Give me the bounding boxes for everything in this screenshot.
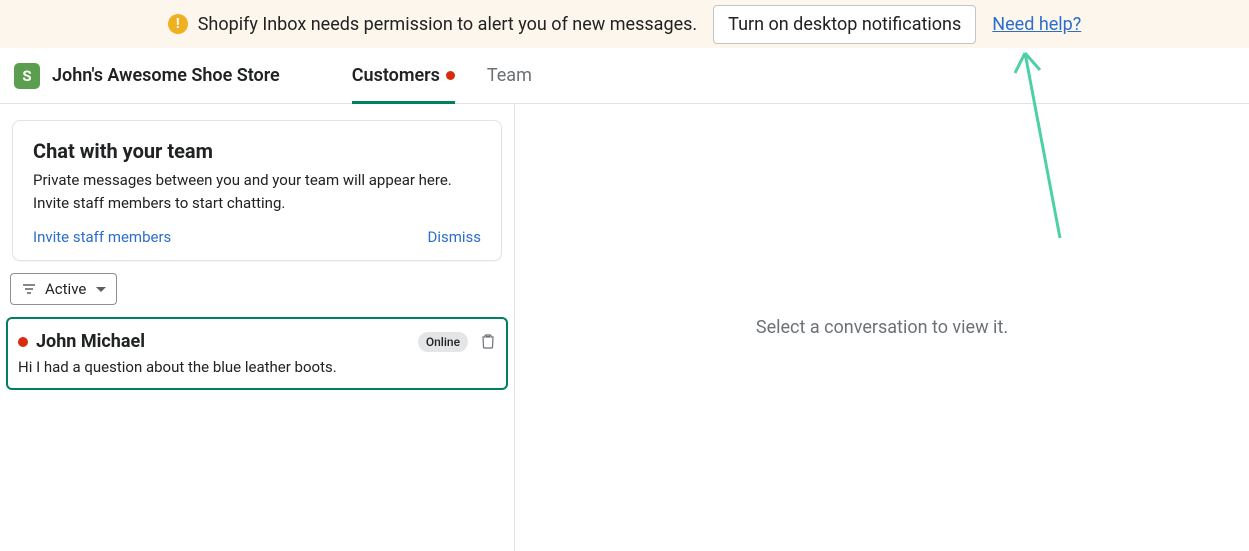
help-link[interactable]: Need help? — [992, 14, 1081, 35]
filter-label: Active — [45, 280, 86, 298]
notification-text: Shopify Inbox needs permission to alert … — [198, 14, 697, 35]
conversation-item[interactable]: John Michael Online Hi I had a question … — [6, 317, 508, 390]
alert-icon: ! — [168, 14, 188, 34]
dismiss-button[interactable]: Dismiss — [427, 228, 481, 246]
conversation-sidebar: Chat with your team Private messages bet… — [0, 104, 515, 551]
filter-dropdown[interactable]: Active — [10, 273, 117, 305]
invite-staff-button[interactable]: Invite staff members — [33, 228, 171, 246]
conversation-preview: Hi I had a question about the blue leath… — [18, 358, 496, 376]
unread-dot-icon — [18, 337, 28, 347]
detail-panel: Select a conversation to view it. — [515, 104, 1249, 551]
tab-customers-label: Customers — [352, 65, 440, 86]
cart-icon — [480, 334, 496, 350]
placeholder-text: Select a conversation to view it. — [756, 317, 1008, 338]
notification-dot-icon — [446, 71, 455, 80]
app-header: S John's Awesome Shoe Store Customers Te… — [0, 48, 1249, 104]
nav-tabs: Customers Team — [352, 48, 532, 103]
tab-team-label: Team — [487, 65, 532, 86]
team-card-actions: Invite staff members Dismiss — [33, 228, 481, 246]
filter-icon — [21, 281, 37, 297]
enable-notifications-button[interactable]: Turn on desktop notifications — [713, 5, 976, 44]
tab-customers[interactable]: Customers — [352, 48, 455, 103]
team-chat-card: Chat with your team Private messages bet… — [12, 120, 502, 261]
tab-team[interactable]: Team — [487, 48, 532, 103]
team-card-description: Private messages between you and your te… — [33, 169, 481, 214]
status-badge: Online — [418, 332, 468, 352]
notification-bar: ! Shopify Inbox needs permission to aler… — [0, 0, 1249, 48]
team-card-title: Chat with your team — [33, 139, 481, 163]
conversation-name: John Michael — [36, 331, 410, 352]
conversation-header: John Michael Online — [18, 331, 496, 352]
main-content: Chat with your team Private messages bet… — [0, 104, 1249, 551]
chevron-down-icon — [96, 287, 106, 292]
store-name: John's Awesome Shoe Store — [52, 65, 280, 86]
store-logo[interactable]: S — [14, 63, 40, 89]
